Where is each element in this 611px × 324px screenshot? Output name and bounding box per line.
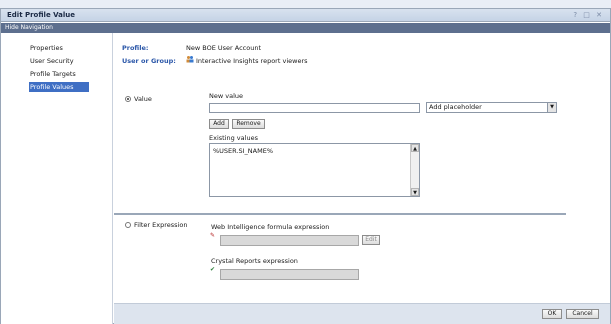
filter-expression-radio[interactable] <box>125 222 131 228</box>
new-value-input[interactable] <box>209 103 420 113</box>
remove-button[interactable]: Remove <box>232 119 265 129</box>
hide-navigation-link[interactable]: Hide Navigation <box>1 23 610 33</box>
crystal-expression-label: Crystal Reports expression <box>211 257 298 265</box>
section-divider <box>114 213 566 215</box>
formula-pen-icon: ✎ <box>210 232 216 239</box>
window-title: Edit Profile Value <box>7 11 76 19</box>
cancel-button[interactable]: Cancel <box>566 309 599 319</box>
webi-formula-input <box>220 235 359 246</box>
sidebar-item-properties[interactable]: Properties <box>29 43 89 53</box>
add-button[interactable]: Add <box>209 119 229 129</box>
profile-label: Profile: <box>122 44 149 52</box>
scroll-up-icon[interactable]: ▲ <box>411 144 419 152</box>
scroll-down-icon[interactable]: ▼ <box>411 188 419 196</box>
group-label: User or Group: <box>122 57 176 65</box>
edit-formula-button[interactable]: Edit <box>362 235 380 245</box>
window-controls[interactable]: ? □ ✕ <box>573 11 604 19</box>
crystal-check-icon: ✔ <box>210 266 216 273</box>
existing-values-list[interactable]: %USER.SI_NAME% ▲ ▼ <box>209 143 420 197</box>
group-value: Interactive Insights report viewers <box>196 57 308 65</box>
footer-bar: OK Cancel <box>114 303 610 324</box>
main-panel: Profile: New BOE User Account User or Gr… <box>114 33 610 324</box>
value-radio[interactable] <box>125 96 131 102</box>
sidebar-item-profile-values[interactable]: Profile Values <box>29 82 89 92</box>
new-value-label: New value <box>209 92 243 100</box>
existing-values-label: Existing values <box>209 134 258 142</box>
crystal-expression-input <box>220 269 359 280</box>
webi-formula-label: Web Intelligence formula expression <box>211 223 330 231</box>
filter-expression-label: Filter Expression <box>134 221 188 229</box>
sidebar: Properties User Security Profile Targets… <box>1 33 113 324</box>
sidebar-item-user-security[interactable]: User Security <box>29 56 89 66</box>
value-radio-label: Value <box>134 95 152 103</box>
sidebar-item-profile-targets[interactable]: Profile Targets <box>29 69 89 79</box>
profile-value: New BOE User Account <box>186 44 262 52</box>
user-group-icon <box>186 55 194 63</box>
add-placeholder-select[interactable]: Add placeholder ▼ <box>426 102 557 113</box>
existing-values-scrollbar[interactable]: ▲ ▼ <box>410 144 419 196</box>
edit-profile-value-dialog: Edit Profile Value ? □ ✕ Hide Navigation… <box>0 8 611 324</box>
chevron-down-icon: ▼ <box>547 103 556 112</box>
ok-button[interactable]: OK <box>542 309 562 319</box>
title-bar: Edit Profile Value ? □ ✕ <box>1 9 610 22</box>
add-placeholder-selected: Add placeholder <box>429 103 482 111</box>
list-item[interactable]: %USER.SI_NAME% <box>213 147 273 155</box>
